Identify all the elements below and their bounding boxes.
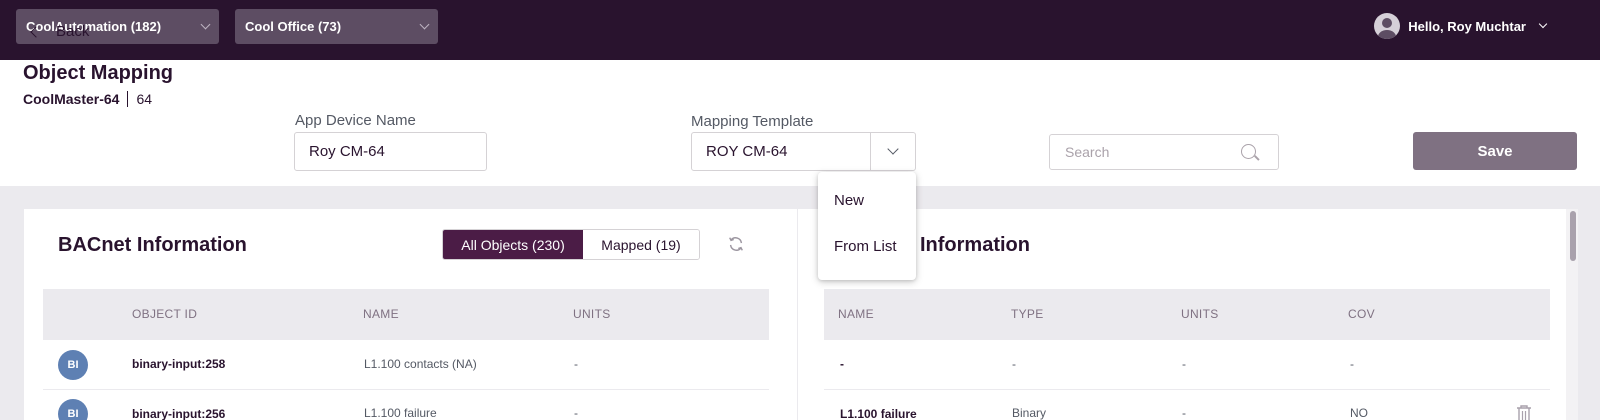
- object-name-cell: L1.100 contacts (NA): [364, 357, 477, 371]
- device-model: CoolMaster-64: [23, 91, 120, 107]
- column-header-units: UNITS: [573, 307, 611, 321]
- app-device-name-label: App Device Name: [295, 112, 416, 129]
- page-title: Object Mapping: [23, 62, 173, 84]
- user-menu[interactable]: Hello, Roy Muchtar: [1374, 13, 1548, 39]
- divider: [127, 91, 129, 107]
- column-header-name: NAME: [363, 307, 399, 321]
- search-input[interactable]: Search: [1049, 134, 1279, 170]
- search-placeholder: Search: [1065, 144, 1110, 160]
- mapped-tab[interactable]: Mapped (19): [583, 230, 699, 259]
- site-select-value: Cool Office (73): [245, 19, 342, 34]
- menu-item-from-list[interactable]: From List: [834, 238, 897, 255]
- trash-icon[interactable]: [1516, 405, 1532, 420]
- back-arrow-icon: [30, 25, 42, 38]
- device-number: 64: [136, 91, 153, 107]
- mapping-template-dropdown-button[interactable]: [870, 132, 915, 171]
- app-device-name-input[interactable]: Roy CM-64: [294, 132, 487, 171]
- object-name-cell: L1.100 failure: [364, 406, 437, 420]
- object-id-cell: binary-input:256: [132, 407, 226, 420]
- site-select[interactable]: Cool Office (73): [235, 9, 438, 44]
- refresh-icon[interactable]: [727, 235, 745, 253]
- chevron-down-icon: [1538, 19, 1548, 29]
- search-icon: [1241, 144, 1256, 159]
- menu-item-new[interactable]: New: [834, 192, 864, 209]
- chevron-down-icon: [887, 143, 899, 155]
- mapping-units-cell: -: [1182, 406, 1186, 420]
- mapping-cov-cell: NO: [1350, 406, 1368, 420]
- device-info: CoolMaster-64 64: [23, 91, 152, 107]
- mapping-units-cell: -: [1182, 357, 1186, 371]
- object-units-cell: -: [574, 357, 578, 371]
- scrollbar-thumb[interactable]: [1570, 211, 1576, 261]
- chevron-down-icon: [419, 19, 430, 30]
- back-label: Back: [56, 23, 90, 40]
- save-button[interactable]: Save: [1413, 132, 1577, 170]
- row-divider: [43, 389, 769, 390]
- mapping-type-cell: -: [1012, 357, 1016, 371]
- mapping-template-value: ROY CM-64: [706, 143, 788, 160]
- all-objects-tab[interactable]: All Objects (230): [443, 230, 583, 259]
- column-header-name: NAME: [838, 307, 874, 321]
- bacnet-panel-title: BACnet Information: [58, 234, 247, 256]
- object-id-cell: binary-input:258: [132, 357, 226, 371]
- user-greeting: Hello, Roy Muchtar: [1408, 18, 1526, 34]
- object-type-badge: BI: [58, 350, 88, 380]
- object-units-cell: -: [574, 406, 578, 420]
- column-header-object-id: OBJECT ID: [132, 307, 198, 321]
- user-avatar-icon: [1374, 13, 1401, 39]
- row-divider: [824, 389, 1550, 390]
- mapping-name-cell: -: [840, 357, 844, 371]
- mapping-template-menu: New From List: [818, 172, 916, 280]
- column-header-cov: COV: [1348, 307, 1375, 321]
- chevron-down-icon: [200, 19, 211, 30]
- objects-filter-toggle: All Objects (230) Mapped (19): [442, 229, 700, 260]
- column-header-units: UNITS: [1181, 307, 1219, 321]
- top-bar: CoolAutomation (182) Cool Office (73) He…: [0, 0, 1600, 60]
- mapping-cov-cell: -: [1350, 357, 1354, 371]
- column-header-type: TYPE: [1011, 307, 1044, 321]
- mapping-panel-title: Information: [920, 234, 1030, 256]
- mapping-name-cell: L1.100 failure: [840, 407, 917, 420]
- mapping-type-cell: Binary: [1012, 406, 1047, 420]
- back-button[interactable]: Back: [28, 23, 89, 40]
- mapping-template-label: Mapping Template: [691, 113, 814, 130]
